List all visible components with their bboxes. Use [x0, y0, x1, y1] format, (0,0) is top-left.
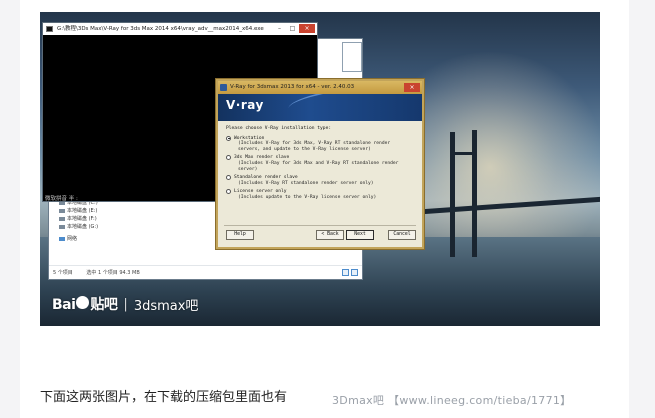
tieba-watermark: Bai 贴吧 | 3dsmax吧 [52, 294, 198, 314]
drive-item[interactable]: 本地磁盘 (E:) [49, 207, 111, 215]
option-desc: (Includes V-Ray for 3ds Max, V-Ray RT st… [238, 141, 391, 152]
close-button[interactable]: × [299, 24, 315, 33]
vray-title: V-Ray for 3dsmax 2013 for x64 - ver. 2.4… [230, 84, 355, 90]
back-button[interactable]: < Back [316, 230, 344, 240]
banner-streak [286, 94, 422, 121]
maximize-button[interactable]: □ [286, 24, 299, 33]
bridge-tower-right [472, 130, 477, 257]
baidu-logo: Bai 贴吧 [52, 296, 118, 313]
view-switcher [342, 269, 358, 276]
paw-icon [76, 296, 90, 309]
post-caption: 下面这两张图片，在下载的压缩包里面也有 [40, 390, 288, 405]
radio-standalone-render-slave[interactable] [226, 175, 231, 181]
option-desc: (Includes V-Ray RT standalone render ser… [238, 180, 374, 186]
console-titlebar[interactable]: G:\教程\3Ds Max\V-Ray for 3ds Max 2014 x64… [43, 23, 317, 35]
explorer-toolbar-fragment [342, 42, 362, 72]
minimize-button[interactable]: – [273, 24, 286, 33]
vray-app-icon [220, 84, 227, 91]
drive-icon [59, 216, 65, 221]
console-title: G:\教程\3Ds Max\V-Ray for 3ds Max 2014 x64… [57, 26, 264, 32]
drive-icon [59, 208, 65, 213]
radio-workstation[interactable] [226, 135, 231, 141]
watermark-separator: | [123, 296, 128, 312]
radio-max-render-slave[interactable] [226, 155, 231, 161]
drive-item[interactable]: 本地磁盘 (F:) [49, 215, 111, 223]
option-license-server[interactable]: License server only (Includes update to … [226, 189, 414, 200]
details-view-icon[interactable] [342, 269, 349, 276]
vray-titlebar[interactable]: V-Ray for 3dsmax 2013 for x64 - ver. 2.4… [218, 81, 422, 94]
next-button[interactable]: Next [346, 230, 374, 240]
status-item-count: 5 个项目 [53, 270, 73, 276]
help-button[interactable]: Help [226, 230, 254, 240]
console-icon [46, 26, 53, 32]
install-type-prompt: Please choose V-Ray installation type: [226, 126, 332, 131]
network-item[interactable]: 网络 [49, 235, 111, 243]
drive-item[interactable]: 本地磁盘 (G:) [49, 223, 111, 231]
option-max-render-slave[interactable]: 3ds Max render slave (Includes V-Ray for… [226, 155, 414, 172]
button-separator [224, 225, 416, 226]
drive-icon [59, 224, 65, 229]
bridge-tower-left [450, 132, 455, 257]
page: 本地磁盘 (C:) 本地磁盘 (E:) 本地磁盘 (F:) 本地磁盘 (G:) … [0, 0, 655, 418]
console-window-controls: – □ × [273, 24, 315, 33]
option-desc: (Includes update to the V-Ray license se… [238, 194, 377, 200]
bridge-tower-beam [450, 152, 477, 155]
network-icon [59, 236, 65, 241]
forum-name: 3dsmax吧 [133, 298, 199, 314]
explorer-status-bar: 5 个项目 选中 1 个项目 94.3 MB [49, 265, 362, 279]
ime-status: 微软拼音 半 : [45, 196, 78, 202]
option-workstation[interactable]: Workstation (Includes V-Ray for 3ds Max,… [226, 135, 414, 153]
cancel-button[interactable]: Cancel [388, 230, 416, 240]
explorer-sidebar: 本地磁盘 (C:) 本地磁盘 (E:) 本地磁盘 (F:) 本地磁盘 (G:) … [49, 199, 111, 257]
footer-watermark: 3Dmax吧 【www.lineeg.com/tieba/1771】 [332, 394, 572, 407]
large-icons-view-icon[interactable] [351, 269, 358, 276]
install-type-panel: Please choose V-Ray installation type: W… [218, 121, 422, 201]
screenshot-image: 本地磁盘 (C:) 本地磁盘 (E:) 本地磁盘 (F:) 本地磁盘 (G:) … [40, 12, 600, 326]
option-standalone-render-slave[interactable]: Standalone render slave (Includes V-Ray … [226, 175, 414, 186]
vray-installer-dialog: V-Ray for 3dsmax 2013 for x64 - ver. 2.4… [216, 79, 424, 249]
vray-close-button[interactable]: × [404, 83, 420, 92]
radio-license-server[interactable] [226, 189, 231, 195]
vray-logo: V·ray [226, 98, 264, 112]
option-desc: (Includes V-Ray for 3ds Max and V-Ray RT… [238, 160, 399, 172]
status-selected: 选中 1 个项目 94.3 MB [86, 270, 140, 276]
vray-banner: V·ray [218, 94, 422, 121]
